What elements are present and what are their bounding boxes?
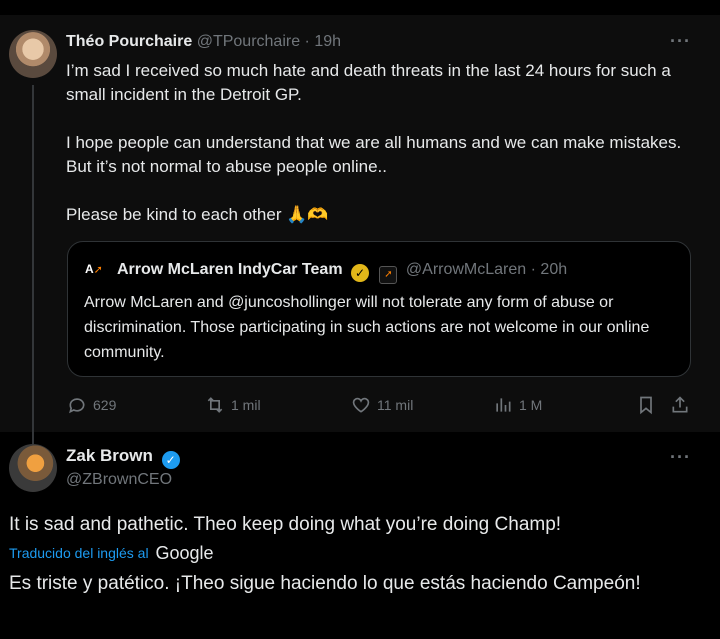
author-name[interactable]: Zak Brown: [66, 446, 153, 465]
tweet-time[interactable]: · 19h: [305, 33, 341, 50]
more-options-icon[interactable]: ···: [670, 31, 691, 52]
bookmark-button[interactable]: [636, 395, 662, 415]
author-handle[interactable]: @TPourchaire: [197, 33, 300, 50]
arrow-mclaren-logo-icon: A➚: [85, 262, 103, 276]
avatar[interactable]: [9, 444, 57, 492]
verified-gold-icon: ✓: [351, 264, 369, 282]
bookmark-icon: [640, 396, 652, 415]
reply-button[interactable]: 629: [67, 395, 116, 415]
reply-icon: [69, 398, 85, 414]
quote-time[interactable]: · 20h: [531, 261, 567, 278]
tweet-actions: 629 1 mil 11 mil 1 M: [0, 395, 720, 419]
more-options-icon[interactable]: ···: [670, 447, 691, 468]
affiliate-badge-icon: ➚: [379, 266, 398, 284]
thread-line: [32, 85, 34, 447]
tweet-paragraph: Please be kind to each other 🙏🫶: [66, 205, 329, 224]
like-count: 11 mil: [377, 397, 414, 413]
logo-letter: A: [85, 262, 94, 276]
repost-button[interactable]: 1 mil: [205, 395, 261, 415]
quote-author-name[interactable]: Arrow McLaren IndyCar Team: [117, 261, 343, 278]
heart-icon: [352, 397, 370, 413]
quote-header: Arrow McLaren IndyCar Team ✓ ➚ @ArrowMcL…: [117, 261, 567, 284]
translated-text: Es triste y patético. ¡Theo sigue hacien…: [9, 573, 641, 594]
translated-label: Traducido del inglés al: [9, 545, 149, 561]
tweet-paragraph: I’m sad I received so much hate and deat…: [66, 61, 671, 104]
translation-note[interactable]: Traducido del inglés al Google: [9, 543, 214, 564]
like-button[interactable]: 11 mil: [351, 395, 413, 415]
repost-icon: [207, 397, 223, 413]
reply-count: 629: [93, 397, 117, 413]
verified-blue-icon: ✓: [161, 451, 180, 469]
views-button[interactable]: 1 M: [493, 395, 542, 415]
share-icon: [672, 396, 688, 413]
google-logo: Google: [155, 543, 214, 563]
tweet-theo[interactable]: Théo Pourchaire @TPourchaire · 19h ··· I…: [0, 15, 720, 447]
avatar[interactable]: [9, 30, 57, 78]
quote-text: Arrow McLaren and @juncoshollinger will …: [84, 294, 650, 361]
tweet-header: Théo Pourchaire @TPourchaire · 19h: [66, 33, 341, 51]
author-name[interactable]: Théo Pourchaire: [66, 33, 192, 50]
author-handle[interactable]: @ZBrownCEO: [66, 471, 172, 489]
tweet-paragraph: I hope people can understand that we are…: [66, 133, 682, 176]
repost-count: 1 mil: [231, 397, 261, 413]
quote-author-handle[interactable]: @ArrowMcLaren: [406, 261, 526, 278]
tweet-header: Zak Brown ✓: [66, 446, 180, 469]
view-count: 1 M: [519, 397, 543, 413]
tweet-text: It is sad and pathetic. Theo keep doing …: [9, 514, 562, 535]
share-button[interactable]: [670, 395, 696, 415]
tweet-text: I’m sad I received so much hate and deat…: [66, 59, 686, 251]
views-chart-icon: [496, 398, 511, 412]
quoted-tweet[interactable]: A➚ Arrow McLaren IndyCar Team ✓ ➚ @Arrow…: [67, 241, 691, 377]
